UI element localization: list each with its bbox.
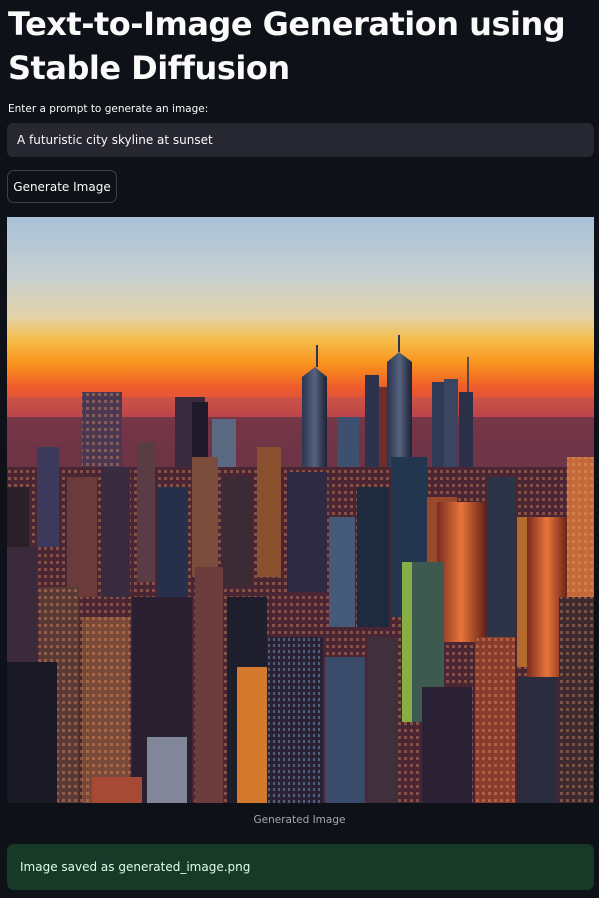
generate-image-button[interactable]: Generate Image	[7, 170, 117, 203]
prompt-input[interactable]	[7, 123, 594, 157]
generated-image	[7, 217, 594, 803]
prompt-label: Enter a prompt to generate an image:	[8, 103, 209, 115]
success-alert: Image saved as generated_image.png	[7, 844, 594, 890]
success-message: Image saved as generated_image.png	[20, 860, 251, 874]
app-page: Text-to-Image Generation using Stable Di…	[0, 0, 599, 898]
page-title: Text-to-Image Generation using Stable Di…	[8, 5, 566, 87]
image-caption: Generated Image	[253, 814, 346, 826]
